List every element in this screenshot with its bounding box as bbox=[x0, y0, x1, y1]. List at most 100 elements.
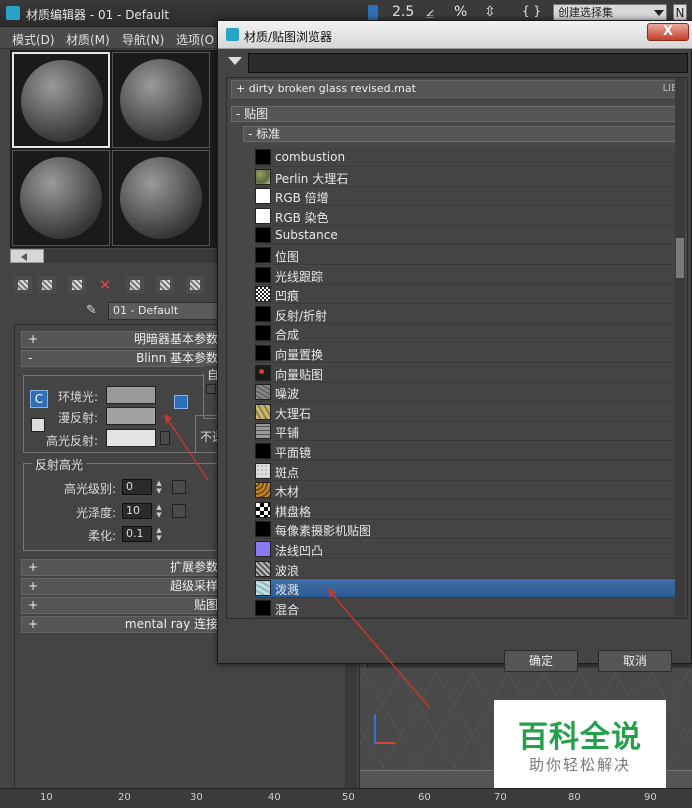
specular-level-map-button[interactable] bbox=[172, 480, 186, 494]
map-item[interactable]: 向量置换 bbox=[255, 344, 681, 363]
map-item[interactable]: 棋盘格 bbox=[255, 500, 681, 520]
sample-slot-2[interactable] bbox=[112, 52, 210, 148]
spinner-snap-icon[interactable]: ⇳ bbox=[484, 4, 496, 20]
map-item[interactable]: 凹痕 bbox=[255, 285, 681, 305]
map-item[interactable]: 混合 bbox=[255, 598, 681, 618]
close-button[interactable]: X bbox=[647, 23, 689, 41]
sample-sphere bbox=[20, 157, 102, 239]
lock-diffuse-specular-button[interactable] bbox=[31, 418, 45, 432]
self-illum-checkbox[interactable] bbox=[206, 384, 216, 394]
ok-button[interactable]: 确定 bbox=[504, 650, 578, 672]
rollout-toggle: + bbox=[28, 598, 39, 612]
browser-titlebar[interactable]: 材质/贴图浏览器 X bbox=[218, 21, 692, 49]
map-item[interactable]: 法线凹凸 bbox=[255, 540, 681, 559]
menu-navigation[interactable]: 导航(N) bbox=[122, 31, 164, 48]
eyedropper-icon[interactable]: ✎ bbox=[86, 303, 100, 319]
get-material-icon[interactable] bbox=[14, 276, 32, 294]
put-to-library-icon[interactable] bbox=[156, 276, 174, 294]
search-by-name-input[interactable] bbox=[248, 53, 688, 73]
rollout-supersampling[interactable]: + 超级采样 bbox=[21, 578, 221, 595]
chevron-down-icon bbox=[654, 10, 664, 16]
ambient-color-swatch[interactable] bbox=[106, 386, 156, 404]
map-item[interactable]: 木材 bbox=[255, 481, 681, 501]
glossiness-map-button[interactable] bbox=[172, 504, 186, 518]
map-item[interactable]: 反射/折射 bbox=[255, 304, 681, 324]
map-item-label: 光线跟踪 bbox=[275, 269, 324, 284]
material-id-icon[interactable] bbox=[186, 276, 204, 294]
map-item[interactable]: 平铺 bbox=[255, 422, 681, 442]
snap-value[interactable]: 2.5 bbox=[392, 4, 414, 20]
map-item[interactable]: 合成 bbox=[255, 324, 681, 344]
map-item[interactable]: RGB 倍增 bbox=[255, 187, 681, 207]
spinner-arrows-icon[interactable]: ▲ ▼ bbox=[154, 526, 164, 542]
map-item[interactable]: 光线跟踪 bbox=[255, 265, 681, 285]
library-header[interactable]: + dirty broken glass revised.mat LIB bbox=[231, 80, 683, 98]
specular-level-input[interactable]: 0 bbox=[122, 479, 152, 495]
map-item[interactable]: 斑点 bbox=[255, 461, 681, 481]
normal-bump-map-icon bbox=[255, 541, 271, 557]
map-item[interactable]: 平面镜 bbox=[255, 442, 681, 461]
lock-label: C bbox=[34, 392, 44, 406]
time-ruler[interactable]: 10 20 30 40 50 60 70 80 90 bbox=[0, 788, 692, 808]
sample-slot-3[interactable] bbox=[12, 150, 110, 246]
app-icon bbox=[6, 6, 20, 20]
rollout-maps[interactable]: + 贴图 bbox=[21, 597, 221, 614]
map-item[interactable]: 位图 bbox=[255, 246, 681, 265]
material-name-row: ✎ 01 - Default bbox=[82, 301, 222, 321]
spinner-arrows-icon[interactable]: ▲ ▼ bbox=[154, 503, 164, 519]
cancel-button[interactable]: 取消 bbox=[598, 650, 672, 672]
rollout-blinn-basic[interactable]: - Blinn 基本参数 bbox=[21, 350, 221, 367]
maps-category[interactable]: - 贴图 bbox=[231, 106, 683, 122]
map-item[interactable]: Substance bbox=[255, 226, 681, 246]
rollout-mental-ray[interactable]: + mental ray 连接 bbox=[21, 616, 221, 633]
spinner-arrows-icon[interactable]: ▲ ▼ bbox=[154, 479, 164, 495]
specular-map-button[interactable] bbox=[160, 431, 170, 445]
map-item[interactable]: 向量贴图 bbox=[255, 363, 681, 383]
delete-icon[interactable]: ✕ bbox=[96, 276, 114, 294]
make-unique-icon[interactable] bbox=[126, 276, 144, 294]
menu-options[interactable]: 选项(O bbox=[176, 31, 214, 48]
map-item[interactable]: 大理石 bbox=[255, 402, 681, 422]
glossiness-input[interactable]: 10 bbox=[122, 503, 152, 519]
map-item[interactable]: 噪波 bbox=[255, 383, 681, 403]
percent-snap[interactable]: % bbox=[454, 4, 467, 20]
map-item-label: 合成 bbox=[275, 328, 300, 343]
slots-scrollbar[interactable] bbox=[10, 249, 220, 263]
map-item[interactable]: combustion bbox=[255, 148, 681, 167]
black-map-icon bbox=[255, 599, 271, 616]
diffuse-color-swatch[interactable] bbox=[106, 407, 156, 425]
map-item[interactable]: 泼溅 bbox=[255, 579, 681, 599]
browser-title: 材质/贴图浏览器 bbox=[244, 30, 333, 44]
map-item[interactable]: RGB 染色 bbox=[255, 206, 681, 226]
menu-material[interactable]: 材质(M) bbox=[66, 31, 110, 48]
material-name-field[interactable]: 01 - Default bbox=[108, 302, 222, 320]
sample-slot-1[interactable] bbox=[12, 52, 110, 148]
map-item[interactable]: 每像素摄影机贴图 bbox=[255, 520, 681, 540]
soften-input[interactable]: 0.1 bbox=[122, 526, 152, 542]
sample-slot-4[interactable] bbox=[112, 150, 210, 246]
map-item[interactable]: 波浪 bbox=[255, 559, 681, 579]
assign-to-selection-icon[interactable] bbox=[68, 276, 86, 294]
lock-ambient-diffuse-button[interactable]: C bbox=[30, 390, 48, 408]
rollout-shader-basic[interactable]: + 明暗器基本参数 bbox=[21, 331, 221, 348]
edit-named-selection-icon[interactable]: { } bbox=[522, 4, 541, 18]
white-map-icon bbox=[255, 207, 271, 224]
filter-options-icon[interactable] bbox=[228, 57, 242, 69]
marble-map-icon bbox=[255, 403, 271, 420]
specular-color-swatch[interactable] bbox=[106, 429, 156, 447]
map-item-label: 法线凹凸 bbox=[275, 544, 324, 558]
browser-tree: + dirty broken glass revised.mat LIB - 贴… bbox=[226, 77, 688, 619]
standard-category[interactable]: - 标准 bbox=[243, 126, 683, 142]
scroll-left-icon[interactable] bbox=[10, 249, 44, 263]
white-map-icon bbox=[255, 188, 271, 205]
angle-snap-icon[interactable]: ⦤ bbox=[426, 4, 434, 20]
library-file-name: dirty broken glass revised.mat bbox=[248, 82, 416, 95]
menu-mode[interactable]: 模式(D) bbox=[12, 31, 55, 48]
diffuse-map-button[interactable] bbox=[174, 395, 188, 409]
map-item-label: 泼溅 bbox=[275, 583, 300, 598]
rollout-extended-parameters[interactable]: + 扩展参数 bbox=[21, 559, 221, 576]
put-to-scene-icon[interactable] bbox=[38, 276, 56, 294]
scrollbar-thumb[interactable] bbox=[676, 238, 684, 278]
browser-scrollbar[interactable] bbox=[675, 78, 685, 618]
map-item[interactable]: Perlin 大理石 bbox=[255, 167, 681, 187]
